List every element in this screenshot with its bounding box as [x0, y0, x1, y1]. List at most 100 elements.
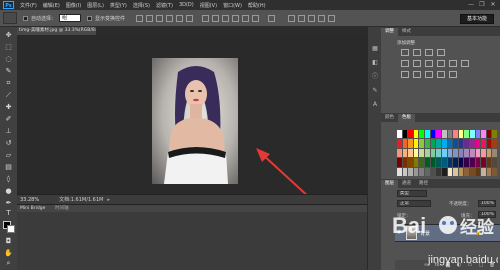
color-swatch[interactable]	[486, 130, 492, 139]
marquee-tool-icon[interactable]: ⬚	[4, 43, 13, 51]
posterize-icon[interactable]	[413, 71, 421, 78]
color-swatch[interactable]	[419, 139, 425, 148]
color-swatch[interactable]	[458, 130, 464, 139]
black-white-icon[interactable]	[437, 60, 445, 67]
color-swatch[interactable]	[419, 167, 425, 176]
tab-styles[interactable]: 样式	[398, 28, 415, 36]
color-swatch[interactable]	[464, 139, 469, 148]
color-swatch[interactable]	[419, 148, 425, 158]
distribute-left-icon[interactable]	[232, 14, 240, 22]
quick-mask-icon[interactable]: ◘	[4, 237, 13, 245]
color-swatch[interactable]	[430, 167, 436, 176]
menu-file[interactable]: 文件(F)	[20, 2, 37, 9]
color-swatch[interactable]	[447, 139, 453, 148]
distribute-top-icon[interactable]	[202, 14, 210, 22]
healing-brush-tool-icon[interactable]: ✚	[4, 103, 13, 111]
brush-tool-icon[interactable]: ✐	[4, 115, 13, 123]
color-balance-icon[interactable]	[425, 60, 433, 67]
properties-panel-icon[interactable]: ◧	[371, 59, 379, 66]
color-swatch[interactable]	[413, 167, 419, 176]
color-swatch[interactable]	[430, 130, 436, 139]
color-swatch[interactable]	[397, 139, 402, 148]
menu-3d[interactable]: 3D(D)	[179, 2, 194, 8]
channel-mixer-icon[interactable]	[461, 60, 469, 67]
vibrance-icon[interactable]	[401, 60, 409, 67]
color-swatch[interactable]	[481, 167, 486, 176]
menu-view[interactable]: 视图(V)	[200, 2, 217, 9]
pen-tool-icon[interactable]: ✒	[4, 199, 13, 207]
color-swatch[interactable]	[469, 158, 475, 167]
color-swatch[interactable]	[453, 148, 458, 158]
color-swatch[interactable]	[436, 139, 441, 148]
curves-icon[interactable]	[425, 49, 433, 56]
color-swatch[interactable]	[464, 167, 469, 176]
3d-slide-icon[interactable]	[318, 14, 326, 22]
menu-image[interactable]: 图像(I)	[66, 2, 81, 9]
3d-scale-icon[interactable]	[328, 14, 336, 22]
gradient-tool-icon[interactable]: ▤	[4, 163, 13, 171]
menu-filter[interactable]: 滤镜(T)	[156, 2, 173, 9]
menu-edit[interactable]: 编辑(E)	[43, 2, 60, 9]
color-swatch[interactable]	[425, 130, 430, 139]
color-swatch[interactable]	[425, 167, 430, 176]
type-tool-icon[interactable]: T	[4, 209, 13, 217]
align-left-icon[interactable]	[166, 14, 174, 22]
distribute-vcenter-icon[interactable]	[212, 14, 220, 22]
color-swatch[interactable]	[453, 130, 458, 139]
brush-panel-icon[interactable]: ✎	[371, 87, 379, 94]
info-panel-icon[interactable]: ⓘ	[371, 73, 379, 80]
history-panel-icon[interactable]: ▦	[371, 45, 379, 52]
color-swatch[interactable]	[464, 148, 469, 158]
color-swatch[interactable]	[425, 158, 430, 167]
color-swatch[interactable]	[397, 130, 402, 139]
color-swatch[interactable]	[402, 158, 408, 167]
invert-icon[interactable]	[401, 71, 409, 78]
move-tool-icon[interactable]: ✥	[4, 31, 13, 39]
doc-size-readout[interactable]: 文档:1.61M/1.61M	[59, 196, 103, 203]
color-swatch[interactable]	[458, 167, 464, 176]
tab-channels[interactable]: 通道	[398, 180, 415, 188]
color-swatch[interactable]	[464, 130, 469, 139]
color-swatch[interactable]	[397, 158, 402, 167]
canvas-photo[interactable]	[152, 58, 238, 184]
color-swatch[interactable]	[436, 130, 441, 139]
crop-tool-icon[interactable]: ⌗	[4, 79, 13, 87]
align-vcenter-icon[interactable]	[146, 14, 154, 22]
color-swatch[interactable]	[430, 148, 436, 158]
color-swatch[interactable]	[413, 130, 419, 139]
color-swatch[interactable]	[430, 139, 436, 148]
color-swatch[interactable]	[402, 167, 408, 176]
color-swatch[interactable]	[441, 148, 447, 158]
close-button[interactable]: ✕	[488, 1, 498, 9]
color-swatch[interactable]	[486, 139, 492, 148]
selective-color-icon[interactable]	[449, 71, 457, 78]
color-swatch[interactable]	[397, 148, 402, 158]
layer-filter-kind[interactable]: 类型	[397, 190, 427, 197]
document-tab[interactable]: timg-美瞳素材.jpg @ 33.3%(RGB/8#)	[17, 27, 96, 35]
color-swatch[interactable]	[475, 130, 481, 139]
hue-saturation-icon[interactable]	[413, 60, 421, 67]
color-swatch[interactable]	[469, 130, 475, 139]
color-swatch[interactable]	[436, 158, 441, 167]
menu-type[interactable]: 类型(Y)	[110, 2, 127, 9]
auto-select-dropdown[interactable]: 组	[59, 14, 82, 22]
lasso-tool-icon[interactable]: ◌	[4, 55, 13, 63]
color-swatch[interactable]	[486, 167, 492, 176]
maximize-button[interactable]: ❐	[477, 1, 487, 9]
color-swatch[interactable]	[425, 139, 430, 148]
status-menu-arrow-icon[interactable]: ▸	[107, 197, 110, 203]
color-swatch[interactable]	[475, 139, 481, 148]
color-swatch[interactable]	[397, 167, 402, 176]
background-color-swatch[interactable]	[7, 225, 15, 233]
zoom-readout[interactable]: 33.28%	[20, 197, 39, 203]
photo-filter-icon[interactable]	[449, 60, 457, 67]
color-swatch[interactable]	[447, 148, 453, 158]
character-panel-icon[interactable]: A	[371, 101, 379, 108]
color-swatch[interactable]	[492, 167, 497, 176]
color-swatch[interactable]	[447, 167, 453, 176]
distribute-right-icon[interactable]	[252, 14, 260, 22]
color-swatch[interactable]	[458, 148, 464, 158]
color-swatch[interactable]	[469, 139, 475, 148]
menu-layer[interactable]: 图层(L)	[87, 2, 104, 9]
color-swatch[interactable]	[430, 158, 436, 167]
